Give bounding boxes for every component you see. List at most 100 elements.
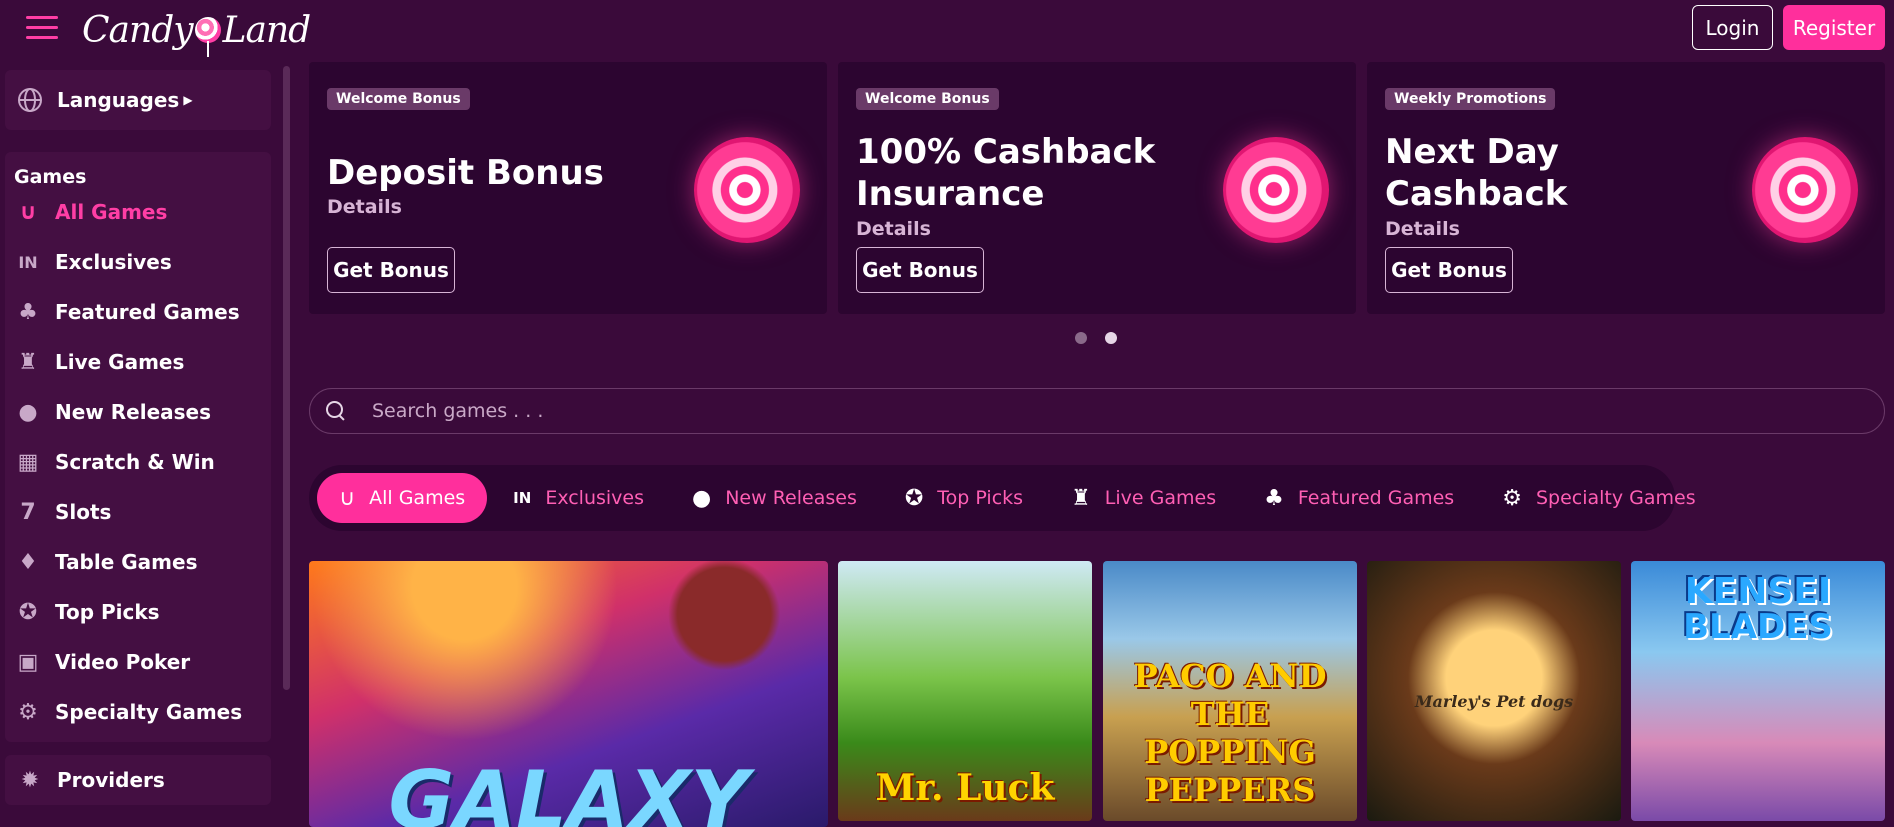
tab-specialty-games[interactable]: ⚙ Specialty Games: [1480, 473, 1717, 523]
register-button[interactable]: Register: [1783, 5, 1885, 50]
promo-tag: Welcome Bonus: [856, 88, 999, 110]
hamburger-menu-icon[interactable]: [26, 16, 58, 40]
search-icon: [324, 399, 348, 423]
candy-swirl-icon: [1752, 137, 1858, 243]
sidebar-item-label: Slots: [55, 500, 112, 524]
game-title: Marley's Pet dogs: [1414, 692, 1574, 711]
horseshoe-icon: ∪: [339, 485, 356, 511]
sidebar-item-label: Table Games: [55, 550, 198, 574]
poker-icon: ▣: [17, 649, 39, 675]
seven-icon: 7: [20, 499, 36, 525]
sidebar: Languages ▶ Games ∪ All Games IN Exclusi…: [0, 60, 292, 827]
game-tile-marleys-pet-dogs[interactable]: Marley's Pet dogs: [1367, 561, 1621, 821]
promo-details-link[interactable]: Details: [856, 218, 931, 240]
get-bonus-button[interactable]: Get Bonus: [327, 247, 455, 293]
sidebar-item-label: Featured Games: [55, 300, 240, 324]
carousel-pagination: [1075, 332, 1117, 344]
search-bar: [309, 388, 1885, 434]
providers-icon: ✹: [20, 767, 40, 793]
live-icon: ♜: [1071, 485, 1091, 511]
games-menu: Games ∪ All Games IN Exclusives ♣ Featur…: [5, 152, 271, 742]
horseshoe-icon: ∪: [19, 199, 37, 225]
cards-icon: ♦: [18, 549, 38, 575]
sidebar-item-label: Video Poker: [55, 650, 191, 674]
languages-menu[interactable]: Languages ▶: [5, 70, 271, 130]
sidebar-item-exclusives[interactable]: IN Exclusives: [13, 242, 263, 282]
promo-title: Deposit Bonus: [327, 153, 604, 193]
gear-icon: ⚙: [18, 699, 38, 725]
tab-label: Top Picks: [937, 487, 1024, 509]
cherries-icon: ●: [692, 485, 712, 511]
cherries-icon: ●: [18, 399, 38, 425]
tab-label: Featured Games: [1297, 487, 1455, 509]
candy-swirl-icon: [694, 137, 800, 243]
game-tile-paco[interactable]: PACO AND THE POPPING PEPPERS: [1103, 561, 1357, 821]
tab-label: New Releases: [725, 487, 857, 509]
game-title: Mr. Luck: [875, 767, 1055, 809]
tab-featured-games[interactable]: ♣ Featured Games: [1242, 473, 1476, 523]
tab-label: Specialty Games: [1535, 487, 1696, 509]
candyland-logo[interactable]: Candy Land: [82, 2, 312, 58]
globe-icon: [15, 85, 45, 115]
game-tile-mr-luck[interactable]: Mr. Luck: [838, 561, 1092, 821]
sidebar-item-label: Scratch & Win: [55, 450, 215, 474]
carousel-dot[interactable]: [1075, 332, 1087, 344]
tab-label: Exclusives: [545, 487, 645, 509]
game-title: GALAXY: [388, 754, 749, 827]
category-tabs: ∪ All Games IN Exclusives ● New Releases…: [309, 465, 1696, 531]
gear-icon: ⚙: [1502, 485, 1522, 511]
sidebar-item-video-poker[interactable]: ▣ Video Poker: [13, 642, 263, 682]
get-bonus-button[interactable]: Get Bonus: [856, 247, 984, 293]
promo-details-link[interactable]: Details: [327, 196, 402, 218]
get-bonus-button[interactable]: Get Bonus: [1385, 247, 1513, 293]
exclusive-icon: IN: [18, 252, 38, 272]
logo-text-candy: Candy: [82, 9, 194, 51]
award-icon: ✪: [18, 599, 38, 625]
carousel-dot-active[interactable]: [1105, 332, 1117, 344]
promo-title: Next Day Cashback: [1385, 132, 1568, 214]
sidebar-item-label: Exclusives: [55, 250, 172, 274]
game-tile-kensei-blades[interactable]: KENSEI BLADES: [1631, 561, 1885, 821]
top-header: Candy Land Login Register: [0, 0, 1894, 60]
promo-tag: Weekly Promotions: [1385, 88, 1556, 110]
promo-tag: Welcome Bonus: [327, 88, 470, 110]
promo-card-cashback-insurance: Welcome Bonus 100% Cashback Insurance De…: [838, 62, 1356, 314]
tab-label: Live Games: [1104, 487, 1217, 509]
search-input[interactable]: [372, 400, 1884, 422]
promo-details-link[interactable]: Details: [1385, 218, 1460, 240]
sidebar-item-label: All Games: [55, 200, 168, 224]
sidebar-item-all-games[interactable]: ∪ All Games: [13, 192, 263, 232]
games-heading: Games: [14, 166, 87, 188]
sidebar-item-label: Top Picks: [55, 600, 160, 624]
sidebar-scrollbar[interactable]: [283, 66, 290, 690]
game-title: PACO AND THE POPPING PEPPERS: [1133, 657, 1327, 809]
login-button[interactable]: Login: [1692, 5, 1773, 50]
logo-text-land: Land: [222, 9, 312, 51]
award-icon: ✪: [904, 485, 924, 511]
game-tile-galaxy[interactable]: GALAXY: [309, 561, 828, 827]
sidebar-item-live-games[interactable]: ♜ Live Games: [13, 342, 263, 382]
languages-label: Languages: [57, 88, 180, 112]
tab-exclusives[interactable]: IN Exclusives: [491, 473, 666, 523]
tab-all-games[interactable]: ∪ All Games: [317, 473, 488, 523]
promo-card-deposit-bonus: Welcome Bonus Deposit Bonus Details Get …: [309, 62, 827, 314]
tab-top-picks[interactable]: ✪ Top Picks: [883, 473, 1045, 523]
sidebar-item-specialty-games[interactable]: ⚙ Specialty Games: [13, 692, 263, 732]
sidebar-item-top-picks[interactable]: ✪ Top Picks: [13, 592, 263, 632]
promo-card-next-day-cashback: Weekly Promotions Next Day Cashback Deta…: [1367, 62, 1885, 314]
tab-new-releases[interactable]: ● New Releases: [670, 473, 879, 523]
tab-label: All Games: [369, 487, 466, 509]
sidebar-item-new-releases[interactable]: ● New Releases: [13, 392, 263, 432]
caret-right-icon: ▶: [183, 93, 193, 107]
sidebar-item-scratch-win[interactable]: ▦ Scratch & Win: [13, 442, 263, 482]
sidebar-item-featured-games[interactable]: ♣ Featured Games: [13, 292, 263, 332]
sidebar-item-providers[interactable]: ✹ Providers: [5, 755, 271, 805]
tab-live-games[interactable]: ♜ Live Games: [1049, 473, 1238, 523]
sidebar-item-table-games[interactable]: ♦ Table Games: [13, 542, 263, 582]
sidebar-item-slots[interactable]: 7 Slots: [13, 492, 263, 532]
lollipop-icon: [194, 17, 221, 57]
exclusive-icon: IN: [513, 489, 532, 507]
providers-label: Providers: [57, 768, 165, 792]
sidebar-item-label: Live Games: [55, 350, 185, 374]
candy-swirl-icon: [1223, 137, 1329, 243]
